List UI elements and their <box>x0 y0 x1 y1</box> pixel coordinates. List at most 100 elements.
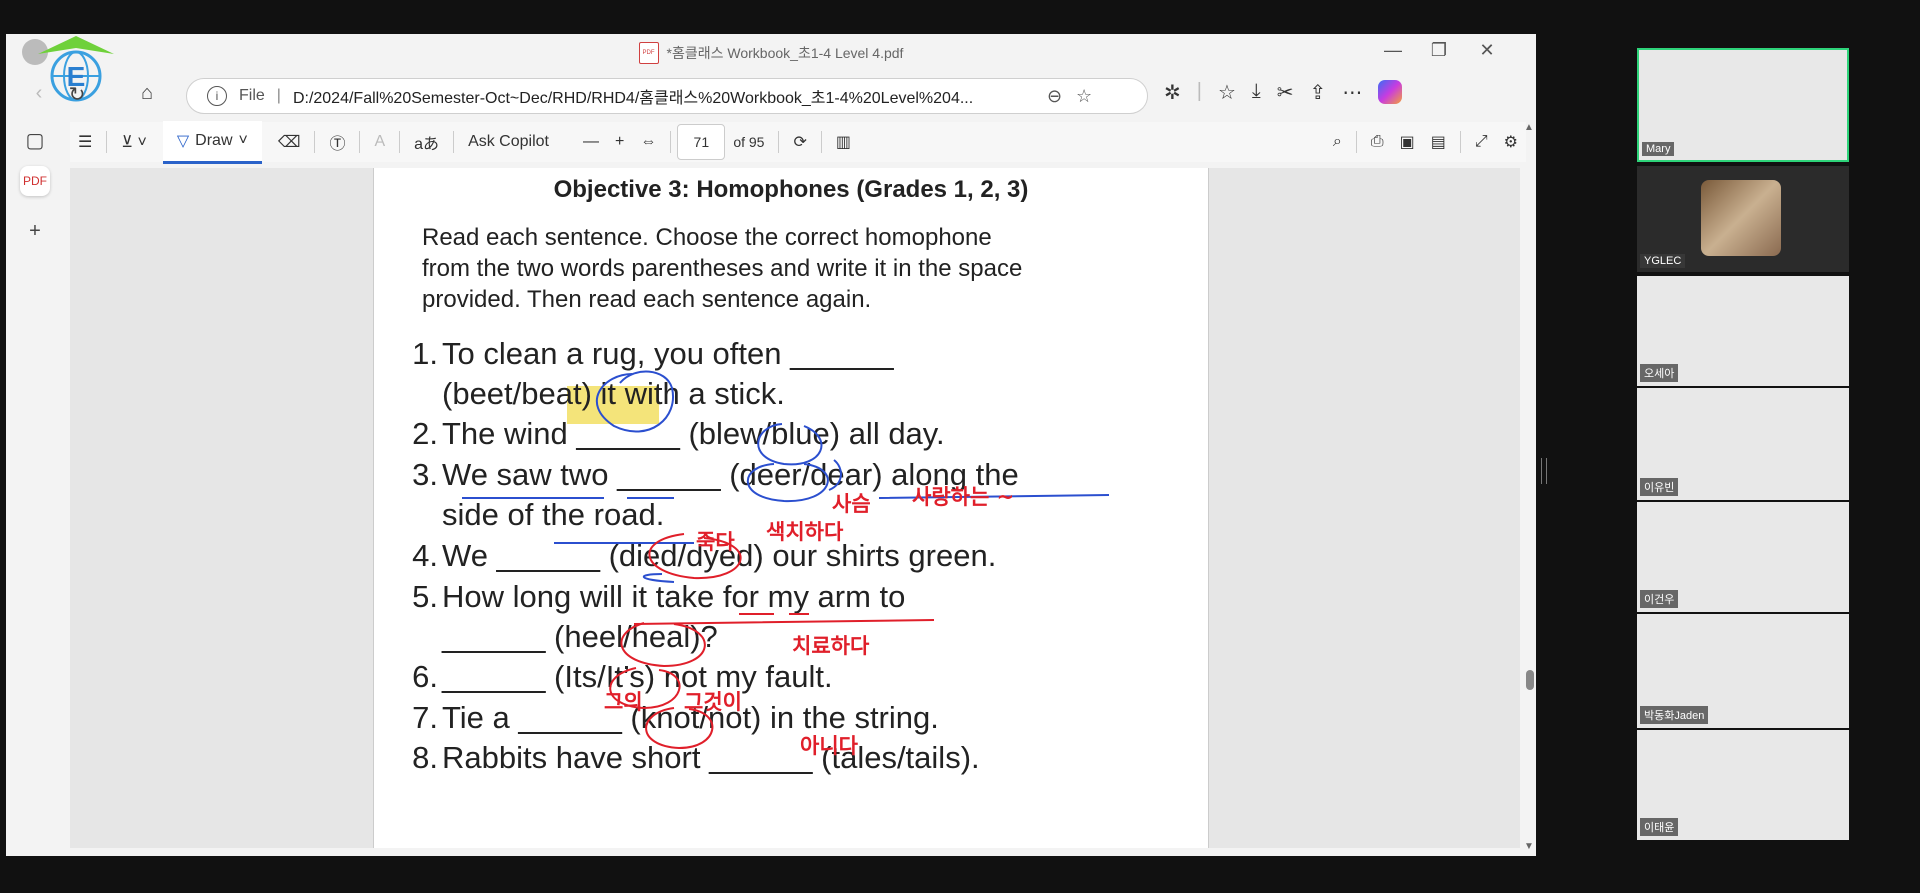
address-bar[interactable]: i File | D:/2024/Fall%20Semester-Oct~Dec… <box>186 78 1148 114</box>
toolbar-separator <box>670 131 672 153</box>
title-bar: E PDF *홈클래스 Workbook_초1-4 Level 4.pdf — … <box>6 34 1536 102</box>
download-icon[interactable]: ⤓ <box>1252 80 1261 105</box>
rotate-icon[interactable]: ⟳ <box>793 132 806 152</box>
scroll-down-icon[interactable]: ▼ <box>1524 841 1534 852</box>
page-number-input[interactable]: 71 <box>677 124 726 160</box>
participant-tile[interactable]: 이유빈 <box>1637 388 1849 500</box>
address-separator: | <box>276 87 281 104</box>
toolbar-separator <box>314 131 316 153</box>
ink-circle-deer <box>746 459 842 503</box>
screenshot-icon[interactable]: ✂ <box>1277 80 1294 105</box>
window-title-text: *홈클래스 Workbook_초1-4 Level 4.pdf <box>666 45 904 61</box>
participant-tile[interactable]: 오세아 <box>1637 276 1849 386</box>
highlight-icon[interactable]: ⊻ ˅ <box>121 132 147 152</box>
zoom-out-button[interactable]: — <box>583 133 599 151</box>
minimize-button[interactable]: — <box>1378 40 1408 61</box>
annotation-text: 그의 <box>604 690 643 714</box>
fullscreen-icon[interactable]: ⤢ <box>1475 133 1488 151</box>
add-tab-icon[interactable]: + <box>20 216 50 246</box>
home-icon[interactable]: ⌂ <box>132 82 162 105</box>
back-icon[interactable]: ‹ <box>24 82 54 105</box>
participant-tile[interactable]: YGLEC <box>1637 166 1849 272</box>
participant-name: 이유빈 <box>1640 478 1679 496</box>
toolbar-separator <box>106 131 108 153</box>
url-text[interactable]: D:/2024/Fall%20Semester-Oct~Dec/RHD/RHD4… <box>293 84 1033 108</box>
scroll-thumb[interactable] <box>1526 670 1534 690</box>
read-aloud-icon[interactable]: A <box>374 133 385 151</box>
share-icon[interactable]: ⇪ <box>1310 80 1327 105</box>
participant-name: 이태윤 <box>1640 818 1679 836</box>
ink-circle-beat <box>595 370 675 433</box>
text-box-icon[interactable]: Ⓣ <box>329 130 345 154</box>
favorite-star-icon[interactable]: ☆ <box>1076 86 1092 107</box>
settings-gear-icon[interactable]: ⚙ <box>1504 132 1518 152</box>
save-as-icon[interactable]: ▤ <box>1431 132 1446 152</box>
annotation-text: 죽다 <box>696 530 735 554</box>
address-row: ‹ ↻ ⌂ i File | D:/2024/Fall%20Semester-O… <box>6 76 1536 116</box>
sidebar-panel-icon[interactable]: ▢ <box>20 126 50 156</box>
scroll-up-icon[interactable]: ▲ <box>1524 122 1534 133</box>
draw-label: Draw <box>195 131 233 149</box>
more-icon[interactable]: ⋯ <box>1342 80 1362 105</box>
participant-name: 박동화Jaden <box>1640 706 1709 724</box>
draw-button[interactable]: ▽ Draw ˅ <box>162 120 262 164</box>
ink-circle-blew <box>757 423 823 466</box>
annotation-text: 그것이 <box>684 690 742 714</box>
page-total: of 95 <box>733 134 765 150</box>
panel-resize-handle[interactable] <box>1541 458 1547 484</box>
participant-tile[interactable]: 이건우 <box>1637 502 1849 612</box>
scheme-label: File <box>239 87 265 104</box>
participant-tile[interactable]: Mary <box>1637 48 1849 162</box>
save-icon[interactable]: ▣ <box>1400 132 1415 152</box>
participant-tile[interactable]: 박동화Jaden <box>1637 614 1849 728</box>
annotation-text: 아니다 <box>800 734 858 758</box>
ink-underlines-red <box>633 613 935 625</box>
pdf-viewer-area[interactable]: Objective 3: Homophones (Grades 1, 2, 3)… <box>70 168 1520 848</box>
pdf-tab-icon[interactable]: PDF <box>20 166 50 196</box>
participant-name: 이건우 <box>1640 590 1679 608</box>
page-view-icon[interactable]: ▥ <box>836 132 851 152</box>
extensions-icon[interactable]: ✲ <box>1164 80 1181 105</box>
participant-name: 오세아 <box>1640 364 1679 382</box>
print-icon[interactable]: ⎙ <box>1371 133 1384 151</box>
pdf-page: Objective 3: Homophones (Grades 1, 2, 3)… <box>373 168 1209 848</box>
annotation-text: 사슴 <box>832 492 871 516</box>
ink-underline-died <box>642 573 675 583</box>
contents-icon[interactable]: ☰ <box>78 132 92 152</box>
draw-pen-icon: ▽ <box>176 132 190 150</box>
fit-width-icon[interactable]: ⇔ <box>640 133 656 151</box>
toolbar-separator <box>1459 131 1461 153</box>
copilot-icon[interactable] <box>1378 80 1403 104</box>
info-icon[interactable]: i <box>207 86 227 106</box>
annotation-text: 사랑하는 ~ <box>912 485 1015 509</box>
chevron-down-icon: ˅ <box>238 131 248 149</box>
vertical-scrollbar[interactable]: ▲ ▼ <box>1524 122 1536 852</box>
translate-icon[interactable]: aあ <box>414 130 439 154</box>
favorites-icon[interactable]: ☆ <box>1218 80 1236 105</box>
search-icon[interactable]: ⌕ <box>1333 133 1342 151</box>
ask-copilot-button[interactable]: Ask Copilot <box>468 133 549 151</box>
toolbar-separator: | <box>1196 80 1202 102</box>
annotation-text: 색치하다 <box>766 520 844 544</box>
pdf-file-icon: PDF <box>638 42 659 64</box>
browser-toolbar-icons: ✲ | ☆ ⤓ ✂ ⇪ ⋯ <box>1164 80 1403 105</box>
participant-tile[interactable]: 이태윤 <box>1637 730 1849 840</box>
toolbar-separator <box>453 131 455 153</box>
toolbar-separator <box>359 131 361 153</box>
toolbar-separator <box>399 131 401 153</box>
toolbar-separator <box>820 131 822 153</box>
pdf-toolbar: ☰ ⊻ ˅ ▽ Draw ˅ ⌫ Ⓣ A aあ Ask Copilot — + … <box>70 120 1526 164</box>
window-title: PDF *홈클래스 Workbook_초1-4 Level 4.pdf <box>638 42 904 64</box>
zoom-out-icon[interactable]: ⊖ <box>1047 86 1062 107</box>
refresh-icon[interactable]: ↻ <box>62 82 92 107</box>
eraser-icon[interactable]: ⌫ <box>278 132 301 152</box>
zoom-in-button[interactable]: + <box>615 133 624 151</box>
toolbar-separator <box>778 131 780 153</box>
pdf-viewer-window: E PDF *홈클래스 Workbook_초1-4 Level 4.pdf — … <box>6 34 1536 856</box>
restore-button[interactable]: ❐ <box>1424 40 1454 61</box>
left-sidebar: ▢ PDF + <box>6 122 64 856</box>
ink-circle-heal <box>620 622 706 668</box>
participant-video <box>1701 180 1781 256</box>
participant-name: YGLEC <box>1640 254 1686 268</box>
close-button[interactable]: ✕ <box>1472 40 1502 61</box>
